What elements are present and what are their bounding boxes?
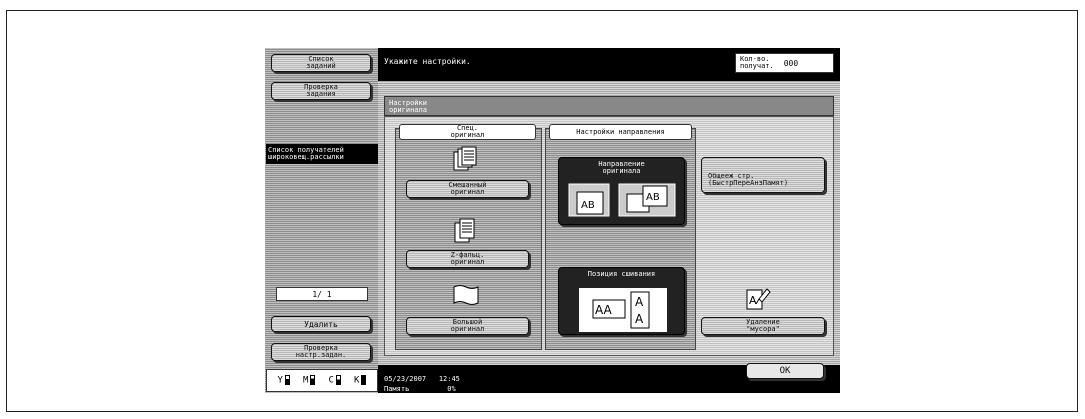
recipients-count-label: Кол-во. получат. [740,55,774,70]
recipients-count: Кол-во. получат. 000 [735,53,834,73]
svg-text:A: A [749,294,757,307]
status-memory: Память 0% [384,379,456,393]
long-original-icon [452,284,480,306]
despeckle-button[interactable]: Удаление "мусора" [701,317,825,335]
page-counter: 1/ 1 [276,287,368,301]
direction-settings-tab: Настройки направления [549,124,692,140]
mixed-original-icon [452,146,478,172]
original-direction-button[interactable]: Направление оригинала AB AB [558,157,685,225]
ok-button[interactable]: OK [746,363,824,379]
job-check-button[interactable]: Проверка задания [271,82,371,100]
binding-icon: AA A A [579,288,667,332]
toner-indicator: Y M C K [266,369,378,392]
recipients-label: Список получателей широковещ.рассылки [266,144,378,164]
mixed-original-button[interactable]: Смешанный оригинал [406,180,529,198]
toner-c: C [329,375,341,386]
svg-text:A: A [635,312,644,326]
delete-button[interactable]: Удалить [271,316,371,332]
svg-text:AB: AB [646,192,660,203]
job-list-button[interactable]: Список заданий [271,54,371,72]
special-original-tab: Спец. оригинал [399,124,536,140]
long-original-button[interactable]: Большой оригинал [406,317,529,335]
toner-k: K [354,375,367,386]
recipients-count-value: 000 [783,58,799,68]
common-pages-label: Общееж стр. (БыстрПереАнзПамят) [708,172,789,187]
direction-icon: AB AB [567,180,677,220]
header-message: Укажите настройки. [384,57,471,66]
common-pages-button[interactable]: Общееж стр. (БыстрПереАнзПамят) [701,157,825,193]
svg-text:AA: AA [595,303,613,317]
despeckle-icon: A [745,285,771,311]
toner-y: Y [278,375,290,386]
z-fold-original-button[interactable]: Z-фальц. оригинал [406,250,529,268]
toner-m: M [303,375,316,386]
check-settings-button[interactable]: Проверка настр.задан. [271,343,371,361]
original-direction-label: Направление оригинала [598,160,645,175]
svg-text:AB: AB [581,200,595,211]
memory-value: 0% [447,385,456,393]
svg-text:A: A [635,295,644,309]
z-fold-icon [453,218,477,244]
memory-label: Память [384,385,410,393]
binding-position-label: Позиция сшивания [587,270,656,278]
binding-position-button[interactable]: Позиция сшивания AA A A [558,267,685,335]
main-title: Настройки оригинала [384,96,834,116]
